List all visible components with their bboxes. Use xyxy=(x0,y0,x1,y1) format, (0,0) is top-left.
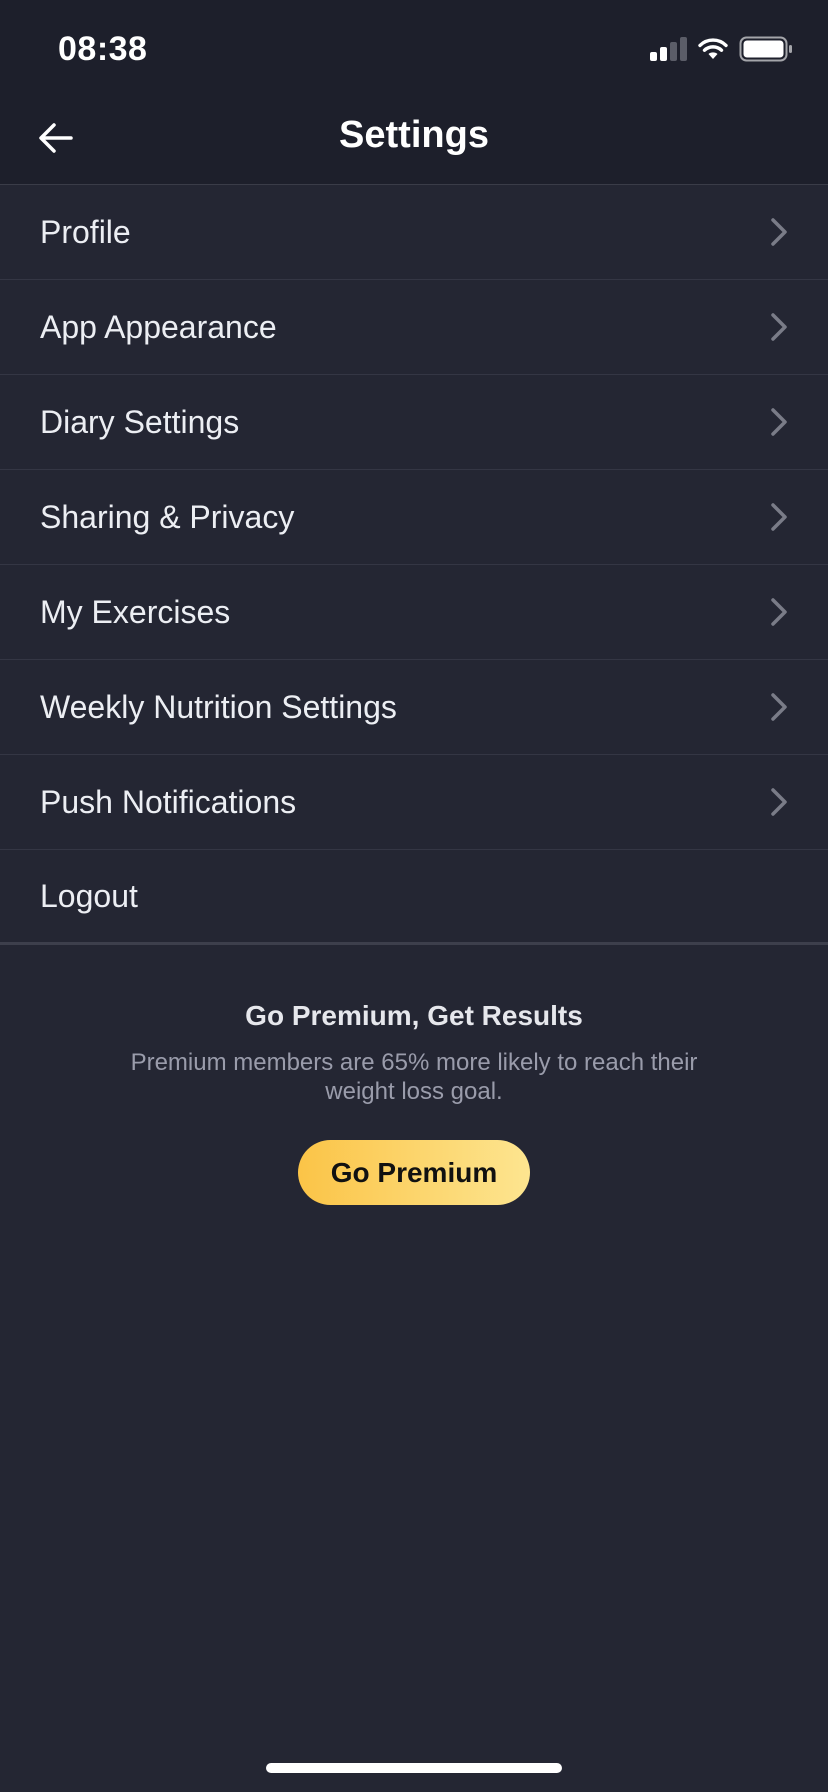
menu-item-label: My Exercises xyxy=(40,593,231,630)
settings-menu: Profile App Appearance Diary Settings Sh… xyxy=(0,185,828,945)
menu-item-sharing-privacy[interactable]: Sharing & Privacy xyxy=(0,470,828,565)
menu-item-push-notifications[interactable]: Push Notifications xyxy=(0,755,828,850)
chevron-right-icon xyxy=(771,503,787,531)
page-title: Settings xyxy=(339,114,489,156)
header: Settings xyxy=(0,92,828,185)
menu-item-weekly-nutrition-settings[interactable]: Weekly Nutrition Settings xyxy=(0,660,828,755)
menu-item-label: Weekly Nutrition Settings xyxy=(40,688,397,725)
premium-title: Go Premium, Get Results xyxy=(245,1000,583,1031)
battery-icon xyxy=(739,36,792,62)
menu-item-label: Push Notifications xyxy=(40,783,297,820)
menu-item-diary-settings[interactable]: Diary Settings xyxy=(0,375,828,470)
menu-item-label: Logout xyxy=(40,877,138,914)
chevron-right-icon xyxy=(771,408,787,436)
premium-subtitle: Premium members are 65% more likely to r… xyxy=(130,1049,698,1105)
chevron-right-icon xyxy=(771,693,787,721)
menu-item-profile[interactable]: Profile xyxy=(0,185,828,280)
chevron-right-icon xyxy=(771,313,787,341)
menu-item-app-appearance[interactable]: App Appearance xyxy=(0,280,828,375)
status-time: 08:38 xyxy=(58,30,148,68)
status-icons xyxy=(650,36,793,62)
go-premium-button[interactable]: Go Premium xyxy=(298,1140,530,1205)
home-indicator[interactable] xyxy=(266,1763,562,1773)
menu-item-my-exercises[interactable]: My Exercises xyxy=(0,565,828,660)
premium-promo: Go Premium, Get Results Premium members … xyxy=(0,1000,828,1205)
menu-item-label: Sharing & Privacy xyxy=(40,498,295,535)
chevron-right-icon xyxy=(771,218,787,246)
cellular-signal-icon xyxy=(650,37,687,61)
status-bar: 08:38 xyxy=(0,0,828,92)
chevron-right-icon xyxy=(771,598,787,626)
menu-item-label: Diary Settings xyxy=(40,403,240,440)
wifi-icon xyxy=(698,38,728,59)
menu-item-label: Profile xyxy=(40,213,131,250)
chevron-right-icon xyxy=(771,788,787,816)
menu-item-logout[interactable]: Logout xyxy=(0,850,828,945)
menu-item-label: App Appearance xyxy=(40,308,277,345)
